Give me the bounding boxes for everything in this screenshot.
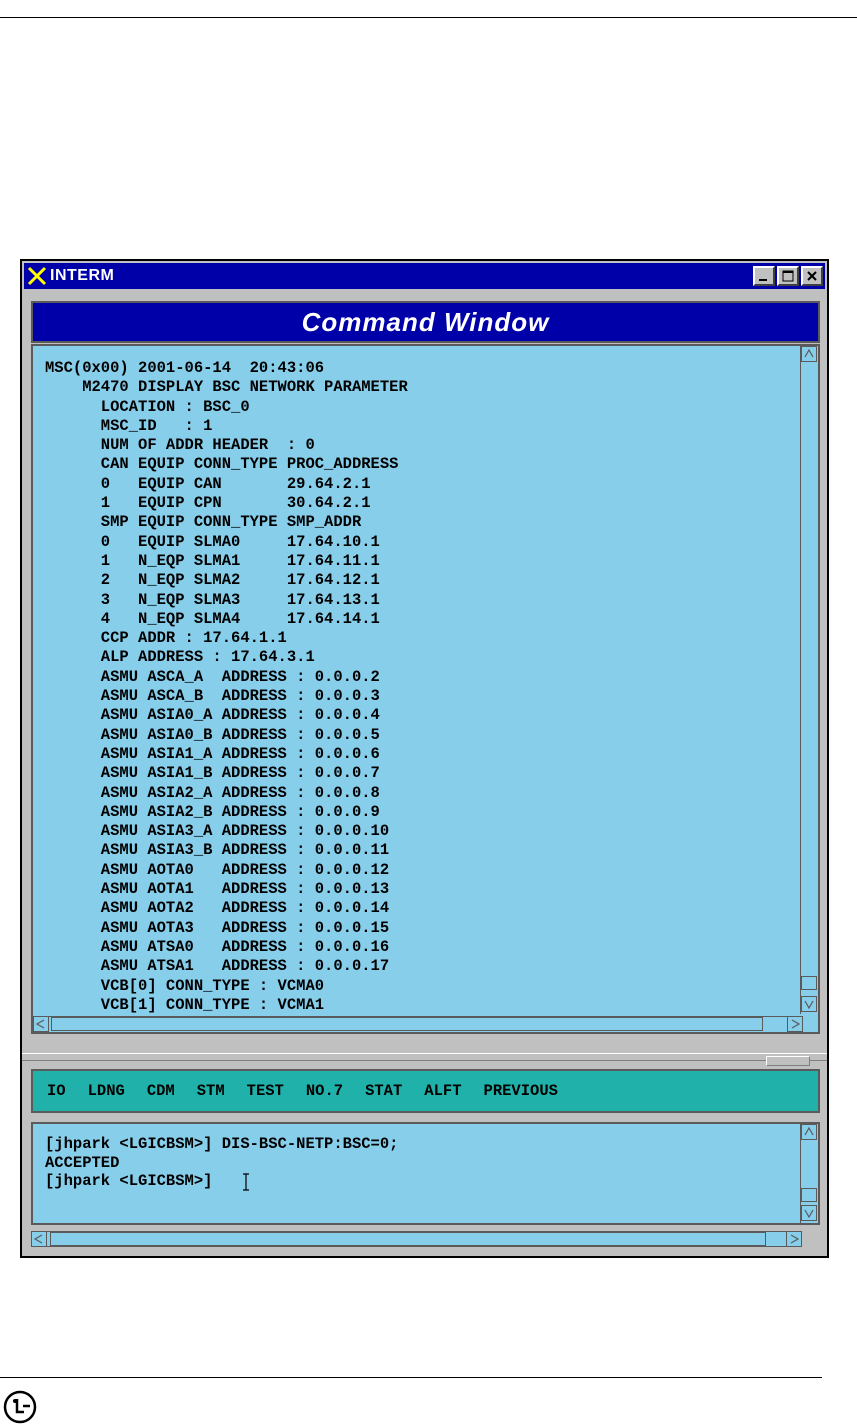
window-title: INTERM [50, 267, 115, 284]
output-line: ASMU ASIA0_A ADDRESS : 0.0.0.4 [45, 706, 380, 725]
output-horizontal-scrollbar[interactable] [33, 1016, 803, 1032]
menu-test[interactable]: TEST [247, 1082, 284, 1100]
maximize-button[interactable] [777, 266, 799, 286]
top-rule [0, 17, 857, 18]
arrow-down-icon [804, 1209, 814, 1218]
minimize-icon [759, 279, 767, 281]
arrow-right-icon [791, 1019, 800, 1029]
arrow-up-icon [804, 349, 814, 358]
output-text: MSC(0x00) 2001-06-14 20:43:06 M2470 DISP… [45, 359, 408, 1015]
output-line: ASMU AOTA0 ADDRESS : 0.0.0.12 [45, 860, 390, 879]
interm-window: INTERM Command Window MSC(0x00) 2001-06-… [20, 259, 829, 1258]
command-window-title: Command Window [301, 306, 550, 337]
output-pane[interactable]: MSC(0x00) 2001-06-14 20:43:06 M2470 DISP… [31, 344, 820, 1034]
arrow-down-icon [804, 1000, 814, 1009]
input-scroll-up-button[interactable] [801, 1124, 817, 1140]
scroll-right-button[interactable] [787, 1016, 803, 1032]
output-line: 0 EQUIP CAN 29.64.2.1 [45, 474, 371, 493]
output-line: LOCATION : BSC_0 [45, 397, 250, 416]
output-line: ASMU AOTA2 ADDRESS : 0.0.0.14 [45, 899, 390, 918]
input-horizontal-scrollbar[interactable] [31, 1231, 802, 1247]
output-line: ASMU AOTA3 ADDRESS : 0.0.0.15 [45, 918, 390, 937]
output-line: 1 N_EQP SLMA1 17.64.11.1 [45, 551, 380, 570]
input-line: [jhpark <LGICBSM>] DIS-BSC-NETP:BSC=0; [45, 1135, 399, 1153]
output-line: CAN EQUIP CONN_TYPE PROC_ADDRESS [45, 455, 399, 474]
arrow-up-icon [804, 1127, 814, 1136]
output-line: ASMU ASCA_B ADDRESS : 0.0.0.3 [45, 687, 380, 706]
output-line: 4 N_EQP SLMA4 17.64.14.1 [45, 609, 380, 628]
output-line: 1 EQUIP CPN 30.64.2.1 [45, 494, 371, 513]
arrow-left-icon [36, 1019, 45, 1029]
output-line: CCP ADDR : 17.64.1.1 [45, 629, 287, 648]
menu-alft[interactable]: ALFT [424, 1082, 461, 1100]
minimize-button[interactable] [753, 266, 775, 286]
output-line: MSC_ID : 1 [45, 416, 213, 435]
output-line: ASMU ATSA1 ADDRESS : 0.0.0.17 [45, 957, 390, 976]
output-line: 0 EQUIP SLMA0 17.64.10.1 [45, 532, 380, 551]
arrow-right-icon [790, 1234, 799, 1244]
input-scroll-left-button[interactable] [31, 1231, 47, 1247]
close-icon [807, 271, 817, 281]
title-bar[interactable]: INTERM [24, 263, 825, 289]
output-line: ASMU ASIA3_A ADDRESS : 0.0.0.10 [45, 822, 390, 841]
output-line: ASMU ASCA_A ADDRESS : 0.0.0.2 [45, 667, 380, 686]
input-hscroll-thumb[interactable] [50, 1232, 766, 1246]
output-line: 2 N_EQP SLMA2 17.64.12.1 [45, 571, 380, 590]
input-pane[interactable]: [jhpark <LGICBSM>] DIS-BSC-NETP:BSC=0; AC… [31, 1122, 820, 1225]
pane-splitter[interactable] [22, 1053, 827, 1061]
output-line: ASMU ASIA1_B ADDRESS : 0.0.0.7 [45, 764, 380, 783]
output-line: NUM OF ADDR HEADER : 0 [45, 436, 315, 455]
output-hscroll-thumb[interactable] [51, 1017, 763, 1031]
menu-cdm[interactable]: CDM [147, 1082, 175, 1100]
output-line: ASMU ASIA1_A ADDRESS : 0.0.0.6 [45, 744, 380, 763]
input-line: ACCEPTED [45, 1153, 120, 1172]
x-logo-icon [27, 266, 47, 286]
output-line: SMP EQUIP CONN_TYPE SMP_ADDR [45, 513, 362, 532]
arrow-left-icon [34, 1234, 43, 1244]
output-line: ASMU ASIA0_B ADDRESS : 0.0.0.5 [45, 725, 380, 744]
output-line: MSC(0x00) 2001-06-14 20:43:06 [45, 359, 325, 377]
output-line: ASMU ASIA2_A ADDRESS : 0.0.0.8 [45, 783, 380, 802]
output-line: ASMU AOTA1 ADDRESS : 0.0.0.13 [45, 880, 390, 899]
menu-stat[interactable]: STAT [365, 1082, 402, 1100]
menu-io[interactable]: IO [47, 1082, 66, 1100]
output-vertical-scrollbar[interactable] [800, 346, 818, 1014]
output-line: ASMU ATSA0 ADDRESS : 0.0.0.16 [45, 937, 390, 956]
output-line: ALP ADDRESS : 17.64.3.1 [45, 648, 315, 667]
input-vertical-scrollbar[interactable] [800, 1124, 818, 1223]
menu-no7[interactable]: NO.7 [306, 1082, 343, 1100]
scroll-up-button[interactable] [801, 346, 817, 362]
window-controls [753, 266, 823, 286]
maximize-icon [782, 270, 794, 282]
input-scroll-right-button[interactable] [786, 1231, 802, 1247]
menu-stm[interactable]: STM [197, 1082, 225, 1100]
output-line: 3 N_EQP SLMA3 17.64.13.1 [45, 590, 380, 609]
menu-previous[interactable]: PREVIOUS [484, 1082, 558, 1100]
output-line: VCB[0] CONN_TYPE : VCMA0 [45, 976, 325, 995]
lg-logo-icon [3, 1390, 37, 1424]
input-line: [jhpark <LGICBSM>] [45, 1172, 213, 1190]
input-scroll-thumb[interactable] [801, 1188, 817, 1202]
scroll-down-button[interactable] [801, 996, 817, 1012]
input-scroll-down-button[interactable] [801, 1205, 817, 1221]
splitter-handle[interactable] [766, 1056, 810, 1066]
bottom-rule [0, 1377, 822, 1378]
scroll-left-button[interactable] [33, 1016, 49, 1032]
menu-ldng[interactable]: LDNG [88, 1082, 125, 1100]
text-cursor-icon [243, 1173, 249, 1191]
output-line: ASMU ASIA3_B ADDRESS : 0.0.0.11 [45, 841, 390, 860]
command-menu-bar: IO LDNG CDM STM TEST NO.7 STAT ALFT PREVIOUS [31, 1069, 820, 1113]
input-text[interactable]: [jhpark <LGICBSM>] DIS-BSC-NETP:BSC=0; AC… [45, 1135, 398, 1191]
output-line: VCB[1] CONN_TYPE : VCMA1 [45, 995, 325, 1014]
close-button[interactable] [801, 266, 823, 286]
command-window-header: Command Window [31, 301, 820, 343]
output-scroll-thumb[interactable] [801, 976, 817, 990]
output-line: ASMU ASIA2_B ADDRESS : 0.0.0.9 [45, 802, 380, 821]
output-line: M2470 DISPLAY BSC NETWORK PARAMETER [45, 378, 408, 397]
